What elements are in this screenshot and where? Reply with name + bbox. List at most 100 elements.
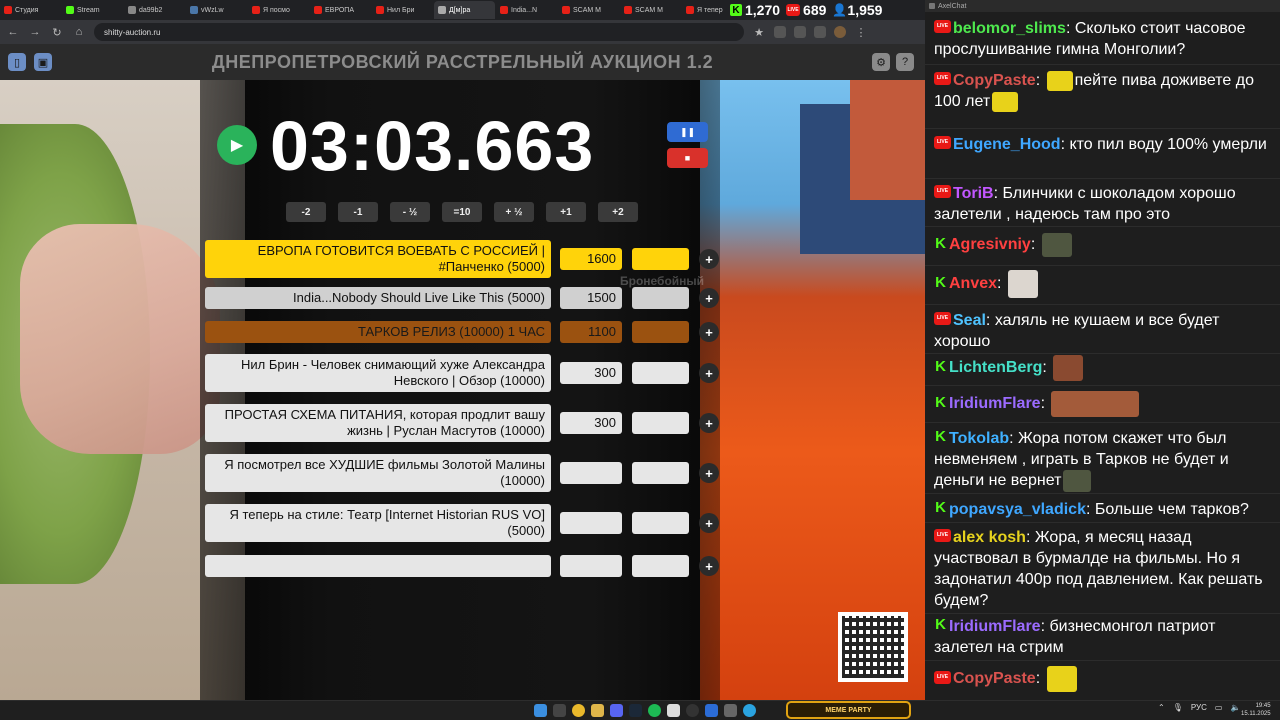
search-icon[interactable]	[553, 704, 566, 717]
app-icon[interactable]	[705, 704, 718, 717]
bookmark-star-icon[interactable]: ★	[752, 26, 766, 39]
stop-button[interactable]: ■	[667, 148, 708, 168]
lot-name[interactable]: Нил Брин - Человек снимающий хуже Алекса…	[205, 354, 551, 392]
kick-platform-icon: K	[935, 234, 946, 252]
help-icon[interactable]: ?	[896, 53, 914, 71]
settings-gear-icon[interactable]: ⚙	[872, 53, 890, 71]
extension-icon[interactable]	[794, 26, 806, 38]
new-lot-name-input[interactable]	[205, 555, 551, 577]
play-button[interactable]: ▶	[217, 125, 257, 165]
browser-tab[interactable]: ЕВРОПА	[310, 1, 371, 19]
adjust-minus-1-button[interactable]: -1	[338, 202, 378, 222]
lot-name[interactable]: Я посмотрел все ХУДШИЕ фильмы Золотой Ма…	[205, 454, 551, 492]
extension-icon[interactable]	[774, 26, 786, 38]
chat-window-titlebar: AxelChat	[925, 0, 1280, 12]
browser-tab[interactable]: Нил Бри	[372, 1, 433, 19]
lot-add-input[interactable]	[632, 321, 689, 343]
microphone-icon[interactable]: 🎙	[1173, 703, 1183, 712]
sidebar-toggle-icon[interactable]: ▯	[8, 53, 26, 71]
emote-icon	[1007, 270, 1038, 298]
emote-icon	[1046, 70, 1073, 91]
lot-sum[interactable]	[560, 462, 622, 484]
tab-favicon-icon	[438, 6, 446, 14]
extension-icon[interactable]	[814, 26, 826, 38]
discord-icon[interactable]	[610, 704, 623, 717]
chat-message: LIVE CopyPaste: пейте пива доживете до 10…	[934, 70, 1254, 112]
lot-sum[interactable]: 1100	[560, 321, 622, 343]
lot-add-input[interactable]	[632, 362, 689, 384]
lot-name[interactable]: ТАРКОВ РЕЛИЗ (10000) 1 ЧАС	[205, 321, 551, 343]
profile-avatar-icon[interactable]	[834, 26, 846, 38]
adjust-minus-2-button[interactable]: -2	[286, 202, 326, 222]
divider	[925, 660, 1280, 661]
spotify-icon[interactable]	[648, 704, 661, 717]
tab-favicon-icon	[314, 6, 322, 14]
browser-tab[interactable]: SCAM M	[620, 1, 681, 19]
browser-tab[interactable]: SCAM M	[558, 1, 619, 19]
pause-button[interactable]: ❚❚	[667, 122, 708, 142]
adjust-minus-half-button[interactable]: - ½	[390, 202, 430, 222]
lot-add-button[interactable]: +	[699, 556, 719, 576]
lot-sum[interactable]: 300	[560, 412, 622, 434]
network-icon[interactable]: ▭	[1215, 703, 1223, 712]
lot-sum[interactable]: 1600	[560, 248, 622, 270]
save-icon[interactable]: ▣	[34, 53, 52, 71]
windows-taskbar: MEME PARTY ⌃ 🎙 РУС ▭ 🔈 19:45 15.11.2025	[0, 700, 1280, 720]
lot-add-input[interactable]	[632, 412, 689, 434]
steam-icon[interactable]	[629, 704, 642, 717]
lot-sum[interactable]	[560, 512, 622, 534]
lot-name[interactable]: Я теперь на стиле: Театр [Internet Histo…	[205, 504, 551, 542]
obs-icon[interactable]	[686, 704, 699, 717]
browser-tab[interactable]: vWzLw	[186, 1, 247, 19]
system-clock[interactable]: 19:45 15.11.2025	[1241, 702, 1271, 718]
lot-add-input[interactable]	[632, 248, 689, 270]
lot-name[interactable]: ЕВРОПА ГОТОВИТСЯ ВОЕВАТЬ С РОССИЕЙ | #Па…	[205, 240, 551, 278]
adjust-plus-2-button[interactable]: +2	[598, 202, 638, 222]
lot-add-button[interactable]: +	[699, 463, 719, 483]
adjust-plus-half-button[interactable]: + ½	[494, 202, 534, 222]
lot-add-button[interactable]: +	[699, 413, 719, 433]
browser-tab[interactable]: Я посмо	[248, 1, 309, 19]
reload-icon[interactable]: ↻	[50, 26, 64, 39]
chevron-up-icon[interactable]: ⌃	[1158, 703, 1165, 712]
lot-add-input[interactable]	[632, 287, 689, 309]
lot-name[interactable]: ПРОСТАЯ СХЕМА ПИТАНИЯ, которая продлит в…	[205, 404, 551, 442]
language-indicator[interactable]: РУС	[1191, 703, 1207, 712]
home-icon[interactable]: ⌂	[72, 26, 86, 38]
speaker-icon[interactable]: 🔈	[1230, 703, 1240, 712]
address-bar-input[interactable]: shitty-auction.ru	[94, 23, 744, 41]
tab-favicon-icon	[252, 6, 260, 14]
windows-start-icon[interactable]	[534, 704, 547, 717]
forward-arrow-icon[interactable]: →	[28, 26, 42, 38]
chat-message: K Tokolab: Жора потом скажет что был невм…	[925, 426, 1280, 494]
tab-favicon-icon	[376, 6, 384, 14]
browser-tab[interactable]: da99b2	[124, 1, 185, 19]
adjust-plus-1-button[interactable]: +1	[546, 202, 586, 222]
lot-add-input[interactable]	[632, 555, 689, 577]
app-icon[interactable]	[724, 704, 737, 717]
lot-add-button[interactable]: +	[699, 288, 719, 308]
chrome-icon[interactable]	[572, 704, 585, 717]
lot-add-button[interactable]: +	[699, 322, 719, 342]
tab-favicon-icon	[686, 6, 694, 14]
browser-tab[interactable]: Stream	[62, 1, 123, 19]
back-arrow-icon[interactable]: ←	[6, 26, 20, 38]
lot-add-button[interactable]: +	[699, 363, 719, 383]
browser-tab[interactable]: India...N	[496, 1, 557, 19]
lot-sum[interactable]: 300	[560, 362, 622, 384]
app-icon[interactable]	[667, 704, 680, 717]
telegram-icon[interactable]	[743, 704, 756, 717]
browser-tab[interactable]: Студия	[0, 1, 61, 19]
live-platform-icon: LIVE	[934, 312, 951, 326]
lot-sum[interactable]: 1500	[560, 287, 622, 309]
lot-add-input[interactable]	[632, 512, 689, 534]
menu-kebab-icon[interactable]: ⋮	[854, 26, 868, 39]
lot-name[interactable]: India...Nobody Should Live Like This (50…	[205, 287, 551, 309]
new-lot-sum-input[interactable]	[560, 555, 622, 577]
lot-add-button[interactable]: +	[699, 249, 719, 269]
folder-icon[interactable]	[591, 704, 604, 717]
lot-add-input[interactable]	[632, 462, 689, 484]
adjust-set-10-button[interactable]: =10	[442, 202, 482, 222]
browser-tab-active[interactable]: Д[м]ра	[434, 1, 495, 19]
lot-add-button[interactable]: +	[699, 513, 719, 533]
